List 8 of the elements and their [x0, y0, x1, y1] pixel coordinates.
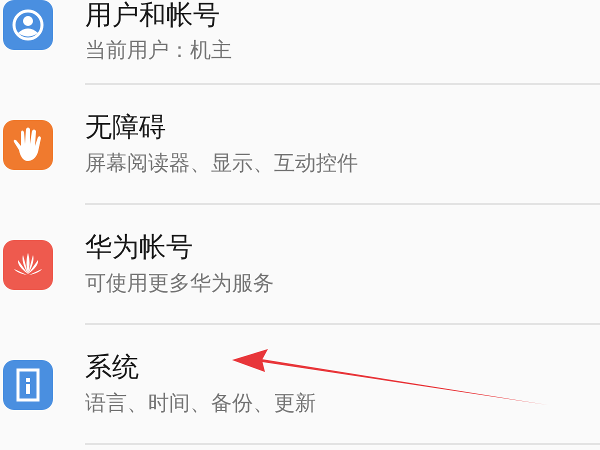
- setting-subtitle: 可使用更多华为服务: [85, 270, 274, 296]
- setting-title: 用户和帐号: [85, 0, 220, 32]
- setting-subtitle: 屏幕阅读器、显示、互动控件: [85, 150, 358, 176]
- setting-subtitle: 当前用户：机主: [85, 38, 232, 64]
- setting-title: 华为帐号: [85, 232, 193, 265]
- setting-title: 系统: [85, 352, 139, 385]
- setting-title: 无障碍: [85, 112, 166, 145]
- setting-subtitle: 语言、时间、备份、更新: [85, 390, 316, 416]
